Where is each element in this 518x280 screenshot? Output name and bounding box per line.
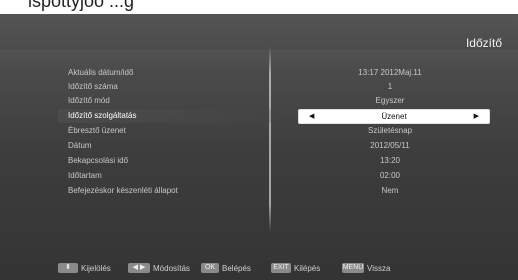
header-bar: Időzítő [0, 14, 518, 50]
row-value: Nem [381, 186, 399, 195]
row-label: Befejezéskor készenléti állapot [68, 186, 178, 195]
hint-label: Kijelölés [81, 263, 111, 273]
row-label: Aktuális dátum/idő [68, 68, 134, 77]
timer-screen: Időzítő Aktuális dátum/idő 13:17 2012Maj… [0, 14, 518, 280]
row-value: 1 [387, 82, 393, 91]
left-right-key-icon: ◀ ▶ [128, 263, 150, 273]
service-selector[interactable]: ◀ Üzenet ▶ [298, 109, 490, 124]
row-value: 13:20 [379, 156, 401, 165]
row-date[interactable]: Dátum 2012/05/11 [58, 139, 478, 153]
row-label: Időzítő száma [68, 82, 118, 91]
clipped-text: ispottyjoo ...g [28, 0, 135, 11]
hint-label: Módosítás [153, 263, 190, 273]
hint-label: Vissza [367, 263, 391, 273]
row-current-datetime[interactable]: Aktuális dátum/idő 13:17 2012Maj.11 [58, 66, 478, 80]
row-wakeup-message[interactable]: Ébresztő üzenet Születésnap [58, 124, 478, 138]
exit-key-icon: EXIT [271, 263, 291, 273]
hint-label: Belépés [222, 263, 251, 273]
row-timer-service[interactable]: Időzítő szolgáltatás ◀ Üzenet ▶ [58, 109, 490, 124]
row-duration[interactable]: Időtartam 02:00 [58, 169, 478, 183]
right-arrow-icon[interactable]: ▶ [474, 110, 479, 123]
ok-key-icon: OK [201, 263, 219, 273]
row-on-time[interactable]: Bekapcsolási idő 13:20 [58, 154, 478, 168]
page-title: Időzítő [465, 36, 502, 50]
row-label: Időzítő szolgáltatás [68, 111, 137, 120]
row-value: 13:17 2012Maj.11 [358, 68, 422, 77]
footer-hints: ⬍ Kijelölés ◀ ▶ Módosítás OK Belépés EXI… [0, 246, 518, 280]
row-value: 2012/05/11 [370, 141, 410, 150]
row-label: Időtartam [68, 171, 102, 180]
row-timer-number[interactable]: Időzítő száma 1 [58, 80, 478, 94]
up-down-key-icon: ⬍ [58, 263, 78, 273]
selector-value: Üzenet [381, 112, 407, 121]
row-label: Ébresztő üzenet [68, 126, 126, 135]
row-value: Születésnap [367, 126, 413, 135]
hint-enter[interactable]: OK Belépés [201, 262, 251, 274]
row-value: Egyszer [375, 96, 405, 105]
hint-exit[interactable]: EXIT Kilépés [271, 262, 320, 274]
row-label: Időzítő mód [68, 96, 110, 105]
top-frame-edge: ispottyjoo ...g [0, 0, 518, 14]
hint-back[interactable]: MENU Vissza [342, 262, 390, 274]
row-standby-at-end[interactable]: Befejezéskor készenléti állapot Nem [58, 184, 478, 198]
hint-modify[interactable]: ◀ ▶ Módosítás [128, 262, 190, 274]
row-timer-mode[interactable]: Időzítő mód Egyszer [58, 94, 478, 108]
menu-key-icon: MENU [342, 263, 364, 273]
row-label: Bekapcsolási idő [68, 156, 129, 165]
row-label: Dátum [68, 141, 92, 150]
hint-select[interactable]: ⬍ Kijelölés [58, 262, 111, 274]
row-value: 02:00 [379, 171, 401, 180]
hint-label: Kilépés [294, 263, 321, 273]
